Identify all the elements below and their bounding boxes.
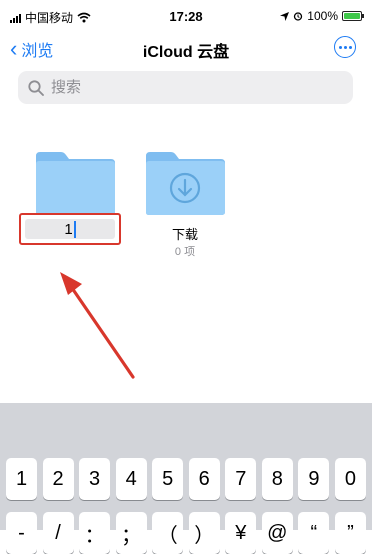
more-button[interactable] bbox=[334, 36, 356, 58]
key[interactable]: - bbox=[6, 512, 37, 554]
key[interactable]: ¥ bbox=[225, 512, 257, 554]
keyboard-symbol-row: - / ： ； （ ） ¥ @ “ ” bbox=[6, 512, 366, 554]
folder-icon[interactable] bbox=[33, 150, 117, 216]
search-bar[interactable] bbox=[18, 71, 353, 104]
key[interactable]: “ bbox=[298, 512, 330, 554]
location-icon bbox=[280, 11, 290, 21]
keyboard-number-row: 1 2 3 4 5 6 7 8 9 0 bbox=[6, 458, 366, 500]
key[interactable]: 3 bbox=[79, 458, 111, 500]
key[interactable]: 5 bbox=[152, 458, 184, 500]
folder-download-icon[interactable] bbox=[143, 150, 227, 216]
key[interactable]: 6 bbox=[188, 458, 220, 500]
folder-name-field[interactable]: 1 bbox=[25, 219, 115, 239]
status-bar: 中国移动 17:28 100% bbox=[0, 0, 372, 34]
key[interactable]: @ bbox=[261, 512, 293, 554]
key[interactable]: ） bbox=[188, 512, 220, 554]
more-icon-dot bbox=[343, 45, 347, 49]
key[interactable]: 1 bbox=[6, 458, 37, 500]
navigation-bar: ‹ 浏览 iCloud 云盘 bbox=[0, 34, 372, 64]
key[interactable]: （ bbox=[152, 512, 184, 554]
more-icon bbox=[338, 45, 342, 49]
battery-percent: 100% bbox=[307, 9, 338, 23]
key[interactable]: ： bbox=[79, 512, 111, 554]
status-right: 100% bbox=[280, 9, 364, 23]
folder-item-count: 0 项 bbox=[174, 246, 196, 258]
search-input[interactable] bbox=[49, 78, 333, 97]
key[interactable]: 7 bbox=[225, 458, 257, 500]
key[interactable]: / bbox=[42, 512, 74, 554]
folder-name-value: 1 bbox=[64, 220, 73, 238]
text-caret bbox=[73, 220, 76, 238]
rename-highlight: 1 bbox=[19, 213, 121, 245]
key[interactable]: 2 bbox=[42, 458, 74, 500]
search-icon bbox=[28, 79, 44, 96]
key[interactable]: 8 bbox=[261, 458, 293, 500]
key[interactable]: 9 bbox=[298, 458, 330, 500]
page-title: iCloud 云盘 bbox=[142, 44, 230, 61]
key[interactable]: ” bbox=[334, 512, 366, 554]
key[interactable]: 4 bbox=[115, 458, 147, 500]
battery-icon bbox=[342, 11, 364, 21]
key[interactable]: 0 bbox=[334, 458, 366, 500]
alarm-icon bbox=[294, 12, 303, 21]
more-icon-dot bbox=[348, 45, 352, 49]
keyboard: 1 2 3 4 5 6 7 8 9 0 - / ： ； （ ） ¥ @ “ ” bbox=[0, 403, 372, 554]
key[interactable]: ； bbox=[115, 512, 147, 554]
folder-name-label: 下载 bbox=[171, 227, 198, 242]
